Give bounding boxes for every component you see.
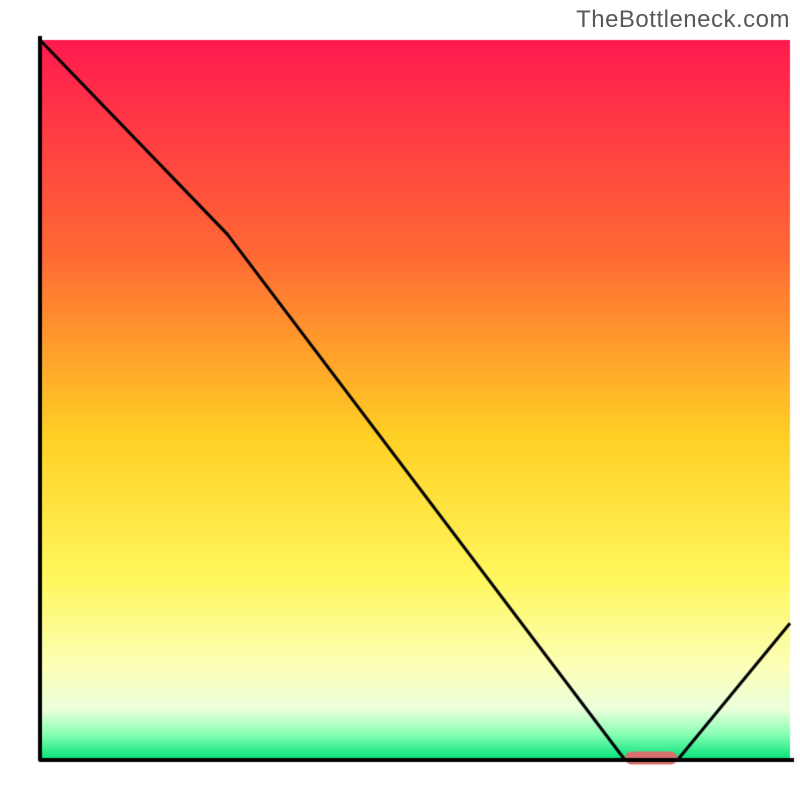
watermark-text: TheBottleneck.com (576, 6, 790, 34)
bottleneck-chart (0, 0, 800, 800)
